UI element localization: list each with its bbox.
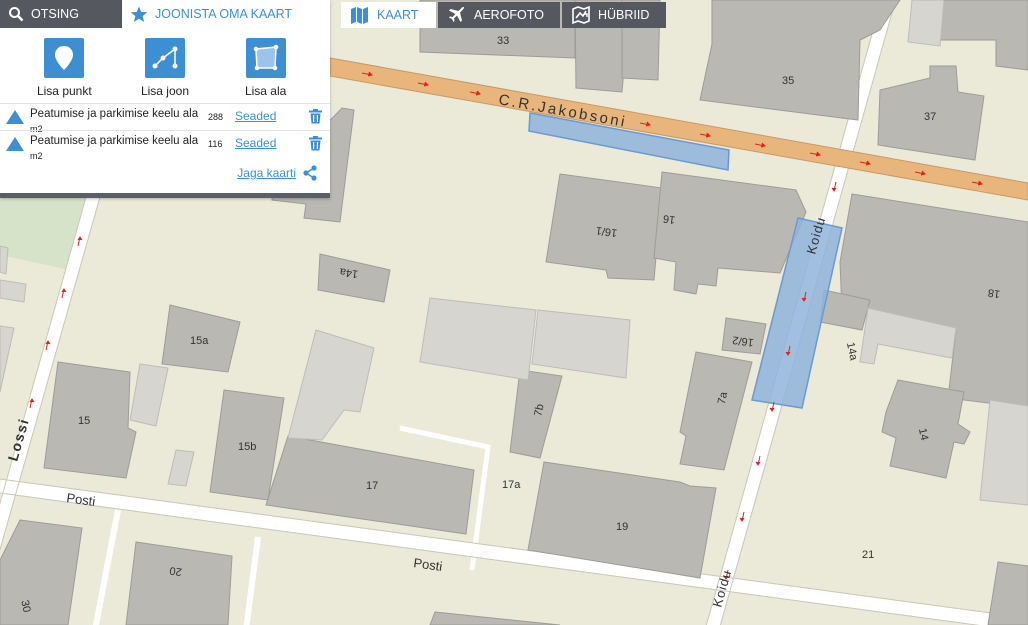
add-area-button[interactable]: Lisa ala — [226, 38, 306, 102]
add-line-button[interactable]: Lisa joon — [125, 38, 205, 102]
house-number: 15a — [190, 335, 209, 347]
panel-tabs: OTSING JOONISTA OMA KAART — [0, 0, 330, 28]
basemap-tab-map[interactable]: KAART — [341, 2, 436, 28]
house-number: 17 — [366, 480, 378, 492]
add-point-label: Lisa punkt — [36, 84, 92, 98]
tab-draw-map[interactable]: JOONISTA OMA KAART — [122, 0, 330, 28]
tab-search-label: OTSING — [31, 7, 79, 21]
house-number: 18 — [987, 286, 1001, 300]
trash-icon[interactable] — [309, 109, 322, 124]
star-icon — [130, 6, 148, 22]
feature-settings-link[interactable]: Seaded — [235, 109, 276, 123]
area-feature-icon — [6, 110, 24, 124]
house-number: 19 — [616, 521, 628, 533]
basemap-switcher: KAART AEROFOTO HÜBRIID — [341, 2, 668, 28]
feature-name: Peatumise ja parkimise keelu ala — [30, 108, 199, 120]
house-number: 20 — [169, 564, 183, 578]
share-map-link[interactable]: Jaga kaarti — [237, 165, 318, 181]
feature-area-unit: m2 — [30, 151, 43, 161]
house-number: 30 — [18, 599, 32, 613]
polygon-icon — [245, 38, 286, 78]
share-map-label: Jaga kaarti — [237, 166, 296, 180]
draw-map-panel: OTSING JOONISTA OMA KAART Lisa punkt Lis… — [0, 0, 330, 198]
add-point-button[interactable]: Lisa punkt — [24, 38, 104, 102]
feature-name: Peatumise ja parkimise keelu ala — [30, 135, 199, 147]
tab-search[interactable]: OTSING — [0, 0, 122, 28]
house-number: 17a — [502, 479, 521, 491]
basemap-tab-hybrid[interactable]: HÜBRIID — [562, 2, 666, 28]
trash-icon[interactable] — [309, 136, 322, 151]
feature-area: 288 — [208, 112, 224, 122]
house-number: 7b — [532, 403, 546, 417]
feature-area: 116 — [208, 139, 223, 149]
house-number: 15 — [78, 415, 90, 427]
basemap-tab-aerial[interactable]: AEROFOTO — [438, 2, 560, 28]
house-number: 15b — [238, 441, 256, 453]
feature-row[interactable]: Peatumise ja parkimise keelu ala 288 m2 … — [0, 103, 330, 134]
area-feature-icon — [6, 137, 24, 151]
hybrid-map-icon — [572, 6, 590, 24]
add-area-label: Lisa ala — [244, 84, 287, 98]
map-pin-icon — [44, 38, 85, 78]
house-number: 37 — [924, 111, 936, 123]
basemap-tab-aerial-label: AEROFOTO — [474, 8, 544, 22]
airplane-icon — [449, 6, 465, 22]
house-number: 35 — [782, 75, 794, 87]
feature-row[interactable]: Peatumise ja parkimise keelu ala 116 m2 … — [0, 130, 330, 161]
basemap-tab-hybrid-label: HÜBRIID — [598, 8, 650, 22]
house-number: 16 — [662, 212, 676, 226]
search-icon — [9, 7, 24, 22]
add-line-label: Lisa joon — [140, 84, 189, 98]
share-icon — [303, 165, 317, 181]
tab-draw-map-label: JOONISTA OMA KAART — [155, 7, 293, 21]
polyline-icon — [144, 38, 185, 78]
feature-settings-link[interactable]: Seaded — [235, 136, 276, 150]
house-number: 33 — [497, 35, 509, 47]
house-number: 21 — [862, 549, 874, 561]
map-icon — [351, 6, 368, 24]
house-number: 14 — [916, 427, 930, 441]
basemap-tab-map-label: KAART — [377, 8, 419, 22]
draw-tools: Lisa punkt Lisa joon Lisa ala — [0, 28, 330, 102]
